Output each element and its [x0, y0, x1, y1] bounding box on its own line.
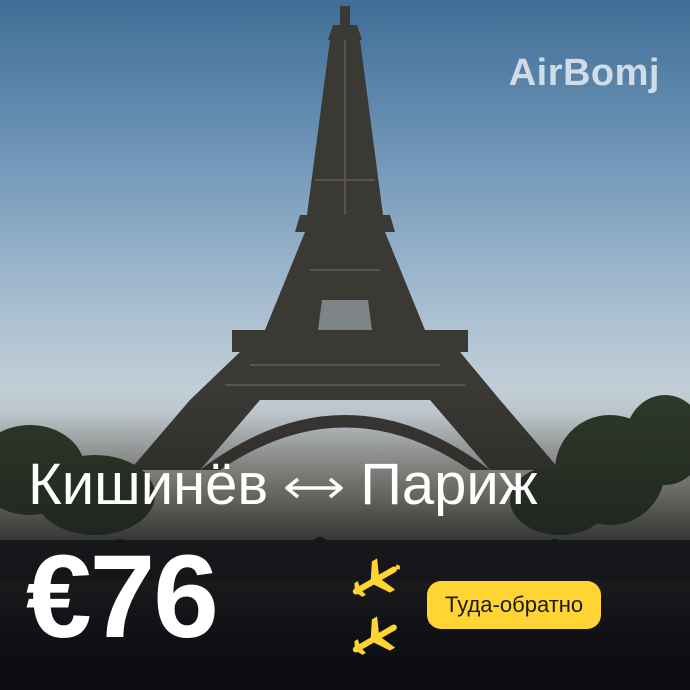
price: €76	[26, 531, 219, 663]
origin-city: Кишинёв	[28, 452, 269, 517]
brand-logo[interactable]: AirBomj	[509, 52, 660, 95]
route-title: Кишинёв Париж	[28, 456, 668, 514]
trip-type-badge[interactable]: Туда-обратно	[427, 581, 602, 629]
destination-city: Париж	[360, 452, 538, 517]
promo-card: AirBomj Кишинёв Париж €76 Туда-обратно	[0, 0, 690, 690]
airplane-icon	[352, 558, 400, 655]
round-trip-arrow-icon	[285, 477, 343, 499]
